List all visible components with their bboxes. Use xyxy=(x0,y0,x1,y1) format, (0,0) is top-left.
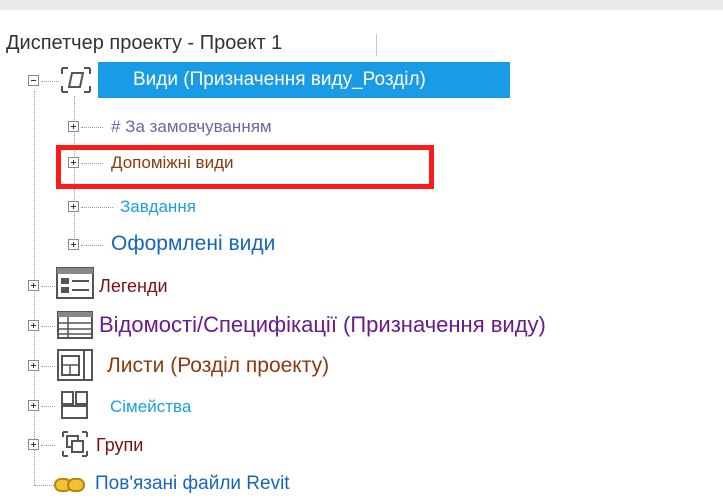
sheets-icon xyxy=(57,349,93,386)
title-divider xyxy=(376,34,377,56)
tree-item-sheets[interactable]: Листи (Розділ проекту) xyxy=(107,355,329,376)
collapse-toggle-views[interactable] xyxy=(28,75,39,86)
connector xyxy=(81,207,113,208)
tree-item-views[interactable]: Види (Призначення виду_Розділ) xyxy=(133,70,426,89)
connector xyxy=(81,245,103,246)
panel-title: Диспетчер проекту - Проект 1 xyxy=(6,32,283,54)
expand-toggle-legends[interactable] xyxy=(28,280,39,291)
connector xyxy=(41,366,55,367)
expand-toggle-sheets[interactable] xyxy=(28,360,39,371)
connector xyxy=(41,406,55,407)
legends-icon xyxy=(56,267,94,304)
tree-item-revit-links[interactable]: Пов'язані файли Revit xyxy=(95,474,290,493)
groups-icon xyxy=(61,430,89,463)
schedule-table-icon xyxy=(57,311,93,344)
connector xyxy=(34,485,54,486)
tree-item-tasks[interactable]: Завдання xyxy=(120,198,196,215)
connector xyxy=(41,286,55,287)
tree-item-schedules[interactable]: Відомості/Специфікації (Призначення виду… xyxy=(99,314,546,336)
connector xyxy=(41,81,59,82)
highlight-box xyxy=(56,145,434,189)
expand-toggle-families[interactable] xyxy=(28,400,39,411)
connector xyxy=(41,445,55,446)
expand-toggle-designed-views[interactable] xyxy=(68,239,79,250)
tree-item-groups[interactable]: Групи xyxy=(96,436,143,454)
tree-item-families[interactable]: Сімейства xyxy=(110,398,191,415)
expand-toggle-default[interactable] xyxy=(68,121,79,132)
tree-item-designed-views[interactable]: Оформлені види xyxy=(111,233,275,254)
families-icon xyxy=(60,390,90,425)
expand-toggle-schedules[interactable] xyxy=(28,320,39,331)
expand-toggle-tasks[interactable] xyxy=(68,201,79,212)
tree-item-default[interactable]: # За замовчуванням xyxy=(111,118,272,135)
expand-toggle-groups[interactable] xyxy=(28,439,39,450)
connector xyxy=(81,127,103,128)
connector xyxy=(41,326,55,327)
views-icon xyxy=(60,66,92,99)
panel-top-border xyxy=(0,0,723,10)
tree-item-legends[interactable]: Легенди xyxy=(99,277,168,295)
